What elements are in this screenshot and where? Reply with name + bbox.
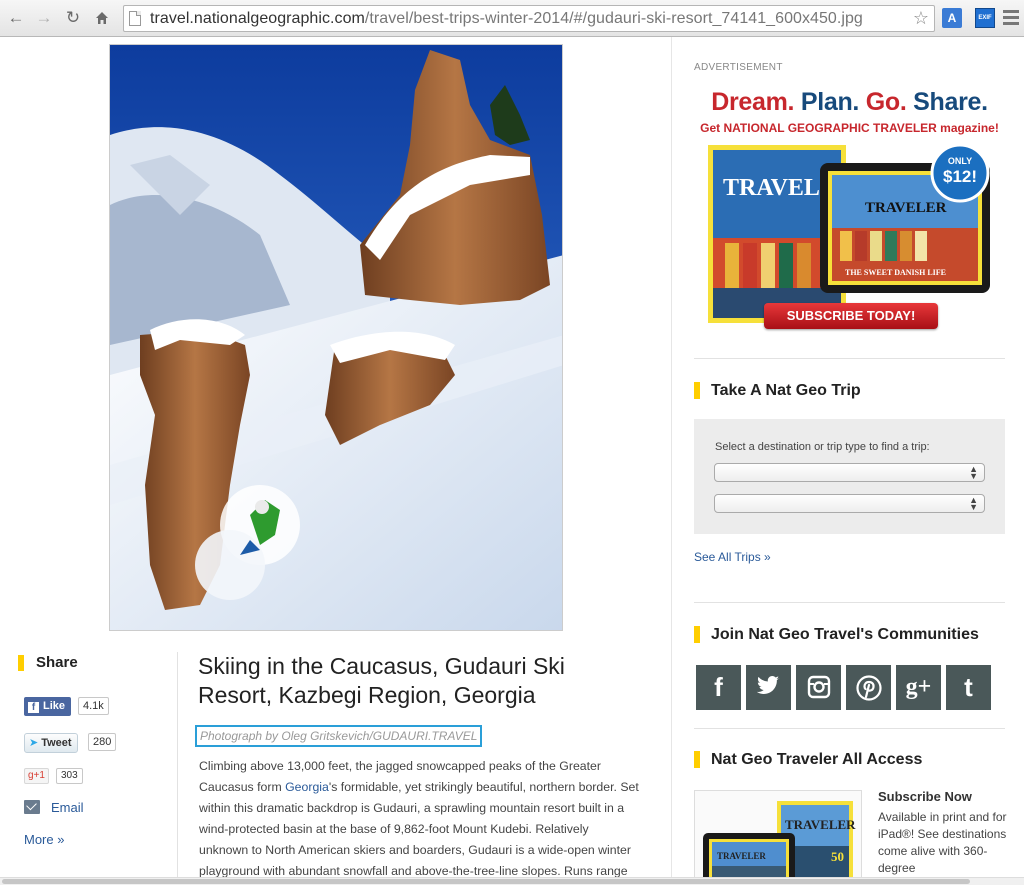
tweet-button[interactable]: ➤ Tweet bbox=[24, 733, 78, 753]
ad-word-share: Share. bbox=[913, 88, 988, 116]
ad-price: $12! bbox=[943, 167, 977, 186]
ad-tablet-cover-text: THE SWEET DANISH LIFE bbox=[845, 268, 946, 277]
ad-magazine-image[interactable]: TRAVELER TRAVELER THE SWEET DANISH LIFE … bbox=[705, 143, 995, 328]
trip-type-select[interactable]: ▲ ▼ bbox=[714, 494, 985, 513]
facebook-icon: f bbox=[28, 702, 39, 713]
divider bbox=[694, 728, 1005, 729]
scrollbar-thumb[interactable] bbox=[2, 879, 970, 884]
pinterest-icon[interactable] bbox=[846, 665, 891, 710]
twitter-icon[interactable] bbox=[746, 665, 791, 710]
exif-extension-icon[interactable]: EXIF bbox=[975, 8, 995, 28]
article-body: Climbing above 13,000 feet, the jagged s… bbox=[199, 756, 639, 882]
tweet-count: 280 bbox=[88, 733, 117, 751]
google-plus-icon[interactable]: g+ bbox=[896, 665, 941, 710]
share-heading: Share bbox=[18, 655, 78, 671]
select-arrows-icon: ▲ ▼ bbox=[969, 495, 978, 512]
gplus-count: 303 bbox=[56, 768, 83, 784]
ad-label: ADVERTISEMENT bbox=[694, 62, 783, 73]
ad-word-go: Go. bbox=[865, 88, 907, 116]
translate-extension-icon[interactable]: A bbox=[942, 8, 962, 28]
subscribe-today-button[interactable]: SUBSCRIBE TODAY! bbox=[764, 303, 938, 329]
ad-price-top: ONLY bbox=[948, 156, 972, 166]
georgia-link[interactable]: Georgia bbox=[285, 780, 329, 794]
like-label: Like bbox=[43, 700, 66, 712]
main-photo bbox=[109, 44, 563, 631]
trip-finder: Select a destination or trip type to fin… bbox=[694, 419, 1005, 534]
browser-toolbar: ← → ↻ travel.nationalgeographic.com/trav… bbox=[0, 0, 1024, 37]
back-icon[interactable]: ← bbox=[6, 8, 26, 28]
home-icon[interactable] bbox=[92, 8, 112, 28]
like-count: 4.1k bbox=[78, 697, 109, 715]
access-description: Available in print and for iPad®! See de… bbox=[878, 810, 1007, 875]
facebook-like-button[interactable]: f Like bbox=[24, 697, 72, 716]
access-mag-num: 50 bbox=[831, 849, 844, 864]
column-divider bbox=[177, 652, 178, 885]
tumblr-icon[interactable]: t bbox=[946, 665, 991, 710]
body-text-2: 's formidable, yet strikingly beautiful,… bbox=[199, 780, 639, 878]
subscribe-now-link[interactable]: Subscribe Now bbox=[878, 789, 972, 804]
sidebar-divider bbox=[671, 37, 672, 885]
instagram-icon[interactable] bbox=[796, 665, 841, 710]
ad-subheadline: Get NATIONAL GEOGRAPHIC TRAVELER magazin… bbox=[700, 121, 999, 135]
reload-icon[interactable]: ↻ bbox=[63, 8, 83, 28]
access-tablet-title: TRAVELER bbox=[717, 851, 766, 861]
photo-credit: Photograph by Oleg Gritskevich/GUDAURI.T… bbox=[195, 725, 483, 747]
page-icon bbox=[129, 11, 141, 26]
more-share-link[interactable]: More » bbox=[24, 832, 64, 847]
url-host: travel.nationalgeographic.com bbox=[150, 10, 365, 27]
all-access-image[interactable]: TRAVELER 50 TRAVELER bbox=[694, 790, 862, 885]
divider bbox=[694, 602, 1005, 603]
select-arrows-icon: ▲ ▼ bbox=[969, 464, 978, 481]
email-icon[interactable] bbox=[24, 800, 40, 814]
twitter-bird-icon: ➤ bbox=[29, 737, 39, 749]
ad-tablet-title: TRAVELER bbox=[865, 200, 947, 216]
destination-select[interactable]: ▲ ▼ bbox=[714, 463, 985, 482]
url-text[interactable]: travel.nationalgeographic.com/travel/bes… bbox=[150, 10, 863, 28]
menu-icon[interactable] bbox=[1003, 10, 1019, 28]
communities-heading: Join Nat Geo Travel's Communities bbox=[694, 626, 979, 643]
article-title: Skiing in the Caucasus, Gudauri Ski Reso… bbox=[198, 653, 565, 708]
horizontal-scrollbar[interactable] bbox=[0, 877, 1024, 885]
ad-word-plan: Plan. bbox=[800, 88, 860, 116]
see-all-trips-link[interactable]: See All Trips » bbox=[694, 550, 771, 564]
ad-headline[interactable]: Dream. Plan. Go. Share. bbox=[694, 88, 1005, 117]
email-link[interactable]: Email bbox=[51, 800, 84, 815]
trip-finder-label: Select a destination or trip type to fin… bbox=[715, 441, 930, 453]
google-plus-button[interactable]: g+1 bbox=[24, 768, 49, 784]
forward-icon[interactable]: → bbox=[34, 8, 54, 28]
access-mag-title: TRAVELER bbox=[785, 817, 856, 832]
trip-heading: Take A Nat Geo Trip bbox=[694, 382, 861, 399]
url-path: /travel/best-trips-winter-2014/#/gudauri… bbox=[364, 10, 863, 27]
tweet-label: Tweet bbox=[41, 737, 72, 749]
address-bar[interactable]: travel.nationalgeographic.com/travel/bes… bbox=[123, 5, 935, 32]
ad-word-dream: Dream. bbox=[711, 88, 795, 116]
facebook-icon[interactable]: f bbox=[696, 665, 741, 710]
divider bbox=[694, 358, 1005, 359]
access-heading: Nat Geo Traveler All Access bbox=[694, 751, 922, 768]
bookmark-star-icon[interactable]: ☆ bbox=[913, 8, 929, 29]
